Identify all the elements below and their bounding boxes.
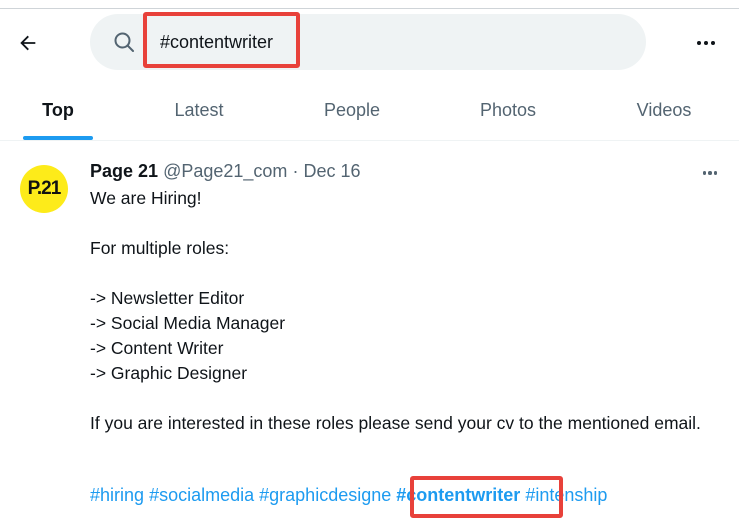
more-dot (713, 171, 718, 175)
tweet-line: If you are interested in these roles ple… (90, 413, 701, 433)
tweet-header: Page 21 @Page21_com · Dec 16 (90, 161, 361, 182)
tweet[interactable]: P.21 Page 21 @Page21_com · Dec 16 We are… (0, 141, 739, 518)
tweet-text: We are Hiring! For multiple roles: -> Ne… (90, 186, 710, 436)
separator: · (292, 161, 299, 181)
tweet-date[interactable]: Dec 16 (303, 161, 360, 181)
window-top-edge (0, 0, 739, 9)
author-handle[interactable]: @Page21_com (163, 161, 287, 181)
tab-latest[interactable]: Latest (158, 84, 240, 140)
search-box[interactable] (90, 14, 646, 70)
tweet-line: -> Newsletter Editor (90, 288, 245, 308)
tab-videos[interactable]: Videos (622, 84, 706, 140)
more-dot (704, 41, 708, 45)
more-dot (711, 41, 715, 45)
hashtag-intenship[interactable]: #intenship (525, 485, 607, 505)
search-icon (114, 32, 134, 52)
tweet-line: We are Hiring! (90, 188, 202, 208)
tab-top[interactable]: Top (23, 84, 93, 140)
hashtag-hiring[interactable]: #hiring (90, 485, 144, 505)
search-tabs: Top Latest People Photos Videos (0, 84, 739, 141)
more-horizontal-icon (697, 41, 701, 45)
author-name[interactable]: Page 21 (90, 161, 158, 181)
back-button[interactable] (12, 27, 44, 59)
search-header (0, 9, 739, 75)
active-tab-indicator (23, 136, 93, 140)
avatar[interactable]: P.21 (20, 165, 68, 213)
tweet-line: -> Social Media Manager (90, 313, 286, 333)
hashtag-contentwriter[interactable]: #contentwriter (396, 485, 520, 505)
search-input[interactable] (160, 31, 560, 53)
hashtag-graphicdesigne[interactable]: #graphicdesigne (259, 485, 391, 505)
hashtag-socialmedia[interactable]: #socialmedia (149, 485, 254, 505)
tweet-line: -> Graphic Designer (90, 363, 248, 383)
tab-photos[interactable]: Photos (464, 84, 552, 140)
more-dot (708, 171, 712, 175)
tweet-more-button[interactable] (698, 165, 722, 181)
arrow-left-icon (20, 35, 36, 51)
hashtag-list: #hiring #socialmedia #graphicdesigne #co… (90, 485, 607, 506)
more-options-button[interactable] (690, 31, 722, 55)
tweet-line: -> Content Writer (90, 338, 224, 358)
tweet-line: For multiple roles: (90, 238, 230, 258)
more-horizontal-icon (702, 171, 707, 175)
tab-people[interactable]: People (310, 84, 394, 140)
